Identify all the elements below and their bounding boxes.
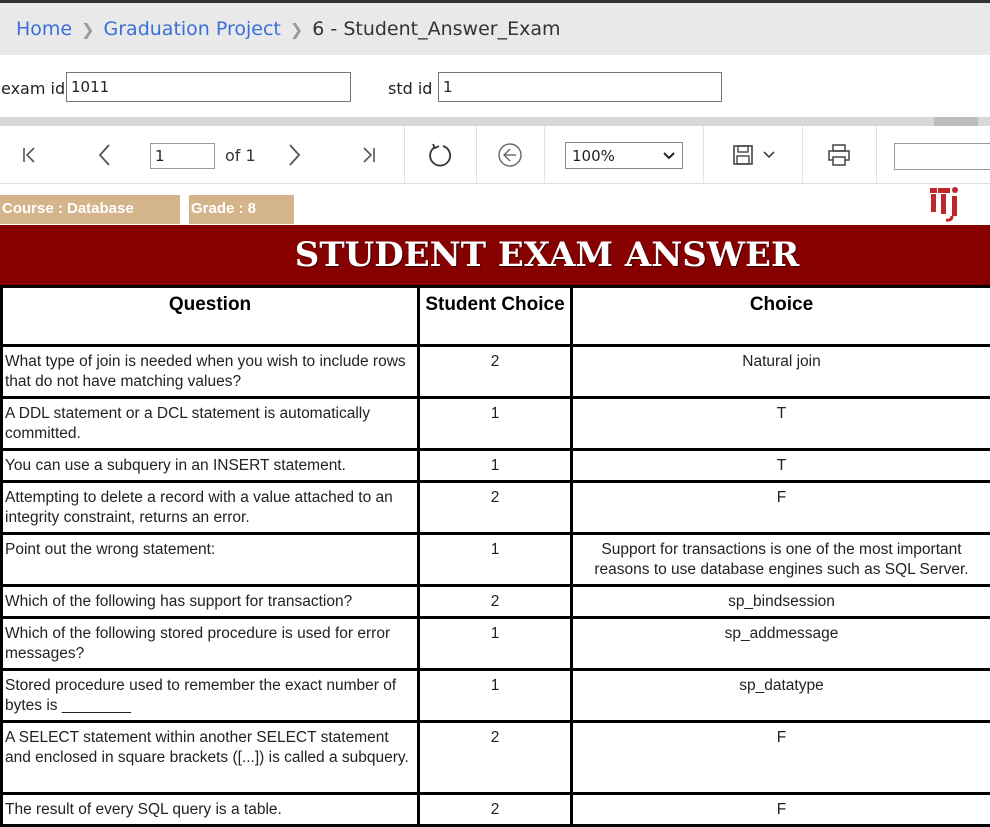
table-row: Stored procedure used to remember the ex… [2,670,990,722]
table-row: A SELECT statement within another SELECT… [2,722,990,794]
breadcrumb-project-link[interactable]: Graduation Project [104,18,281,40]
table-row: You can use a subquery in an INSERT stat… [2,450,990,482]
exam-id-input[interactable]: 1011 [66,72,351,102]
last-page-icon [358,145,378,165]
export-button[interactable] [725,126,783,184]
toolbar-separator [404,126,405,184]
choice-cell: F [572,482,990,534]
table-row: Which of the following stored procedure … [2,618,990,670]
student-choice-cell: 1 [419,398,572,450]
first-page-icon [20,145,40,165]
previous-page-button[interactable] [87,126,123,184]
toolbar-separator [802,126,803,184]
student-choice-cell: 2 [419,794,572,826]
table-header-row: Question Student Choice Choice [2,287,990,346]
choice-cell: Support for transactions is one of the m… [572,534,990,586]
chevron-right-icon: ❯ [290,20,303,39]
report-parameters: exam id 1011 std id 1 [0,55,990,117]
question-cell: You can use a subquery in an INSERT stat… [2,450,419,482]
chevron-left-icon [95,143,115,167]
refresh-icon [427,142,453,168]
last-page-button[interactable] [350,126,386,184]
student-choice-cell: 2 [419,586,572,618]
chevron-right-icon: ❯ [81,20,94,39]
choice-cell: sp_datatype [572,670,990,722]
table-row: Point out the wrong statement: 1 Support… [2,534,990,586]
chevron-down-icon [662,151,676,161]
report-banner-title: STUDENT EXAM ANSWER [0,225,990,285]
answers-table: Question Student Choice Choice What type… [0,285,990,827]
toolbar-separator [544,126,545,184]
question-cell: Attempting to delete a record with a val… [2,482,419,534]
choice-cell: sp_bindsession [572,586,990,618]
question-cell: Which of the following stored procedure … [2,618,419,670]
question-cell: Stored procedure used to remember the ex… [2,670,419,722]
print-button[interactable] [820,126,858,184]
student-choice-cell: 1 [419,618,572,670]
table-row: What type of join is needed when you wis… [2,346,990,398]
table-row: The result of every SQL query is a table… [2,794,990,826]
choice-cell: T [572,450,990,482]
choice-column-header: Choice [572,287,990,346]
question-cell: Which of the following has support for t… [2,586,419,618]
std-id-label: std id [388,79,432,98]
page-count-label: of 1 [225,146,256,165]
toolbar-separator [703,126,704,184]
exam-id-label: exam id [1,79,65,98]
page-number-input[interactable]: 1 [150,143,215,169]
first-page-button[interactable] [12,126,48,184]
question-cell: The result of every SQL query is a table… [2,794,419,826]
toolbar-separator [476,126,477,184]
question-cell: Point out the wrong statement: [2,534,419,586]
next-page-button[interactable] [276,126,312,184]
grade-tag: Grade : 8 [189,195,294,224]
choice-cell: T [572,398,990,450]
table-row: Which of the following has support for t… [2,586,990,618]
table-row: Attempting to delete a record with a val… [2,482,990,534]
choice-cell: F [572,722,990,794]
refresh-button[interactable] [421,126,459,184]
student-choice-column-header: Student Choice [419,287,572,346]
question-cell: A SELECT statement within another SELECT… [2,722,419,794]
question-cell: A DDL statement or a DCL statement is au… [2,398,419,450]
breadcrumb-current: 6 - Student_Answer_Exam [312,18,560,40]
student-choice-cell: 1 [419,450,572,482]
question-cell: What type of join is needed when you wis… [2,346,419,398]
toolbar-separator [876,126,877,184]
student-choice-cell: 2 [419,722,572,794]
report-toolbar: 1 of 1 100% [0,126,990,184]
save-icon [732,144,754,166]
breadcrumb-home-link[interactable]: Home [16,18,72,40]
find-text-input[interactable] [894,143,990,170]
back-arrow-circle-icon [497,142,523,168]
choice-cell: sp_addmessage [572,618,990,670]
collapse-parameters-handle[interactable] [934,117,978,126]
student-choice-cell: 1 [419,670,572,722]
std-id-input[interactable]: 1 [438,72,722,102]
choice-cell: F [572,794,990,826]
breadcrumb: Home ❯ Graduation Project ❯ 6 - Student_… [0,3,990,55]
table-row: A DDL statement or a DCL statement is au… [2,398,990,450]
printer-icon [827,143,851,167]
zoom-value: 100% [572,147,615,165]
course-tag: Course : Database [0,195,180,224]
iti-logo [930,186,960,222]
student-choice-cell: 2 [419,482,572,534]
choice-cell: Natural join [572,346,990,398]
chevron-down-icon [762,150,776,160]
report-body: Course : Database Grade : 8 STUDENT EXAM… [0,184,990,823]
zoom-select[interactable]: 100% [565,142,683,169]
chevron-right-icon [284,143,304,167]
question-column-header: Question [2,287,419,346]
parameter-area-splitter[interactable] [0,117,990,126]
student-choice-cell: 1 [419,534,572,586]
back-to-parent-button[interactable] [492,126,528,184]
student-choice-cell: 2 [419,346,572,398]
